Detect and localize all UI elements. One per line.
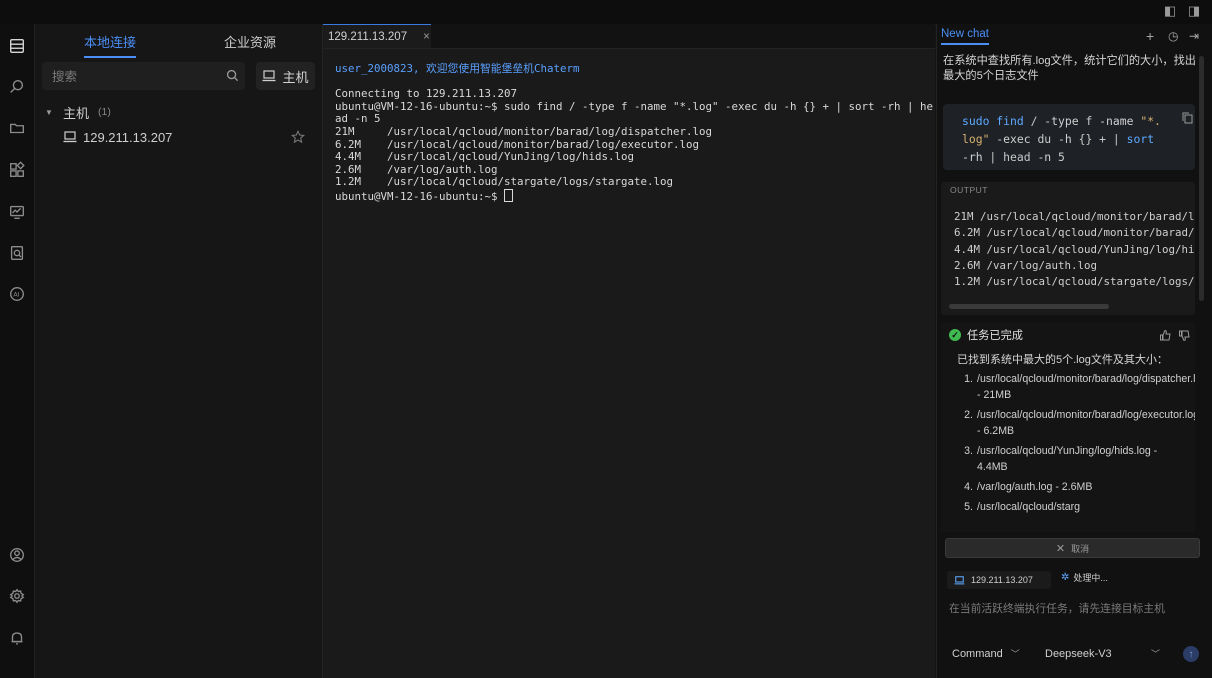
search-box bbox=[42, 62, 245, 92]
terminal-line: 4.4M /usr/local/qcloud/YunJing/log/hids.… bbox=[335, 150, 635, 164]
terminal-output: user_2000823, 欢迎您使用智能堡垒机Chaterm Connecti… bbox=[335, 62, 934, 204]
cancel-button-label: 取消 bbox=[1071, 543, 1090, 554]
mode-select[interactable]: Command ﹀ bbox=[952, 647, 1020, 660]
success-check-icon: ✓ bbox=[949, 329, 961, 341]
tab-new-chat[interactable]: New chat bbox=[941, 28, 989, 45]
laptop-icon bbox=[63, 131, 77, 143]
notification-bell-icon[interactable] bbox=[7, 628, 27, 648]
laptop-icon bbox=[954, 575, 965, 584]
search-input[interactable] bbox=[50, 62, 224, 92]
thumbs-up-icon[interactable] bbox=[1159, 329, 1172, 342]
laptop-icon bbox=[262, 70, 276, 82]
add-chat-icon[interactable]: + bbox=[1146, 28, 1154, 44]
model-select-value: Deepseek-V3 bbox=[1045, 647, 1112, 660]
cancel-button[interactable]: ✕ 取消 bbox=[945, 538, 1200, 558]
chevron-down-icon: ﹀ bbox=[1010, 649, 1020, 659]
terminal-tab[interactable]: 129.211.13.207 × bbox=[323, 24, 431, 48]
command-output: 21M /usr/local/qcloud/monitor/barad/l 6.… bbox=[954, 210, 1195, 289]
toggle-right-panel-icon[interactable]: ◨ bbox=[1187, 4, 1201, 18]
user-icon[interactable] bbox=[7, 545, 27, 565]
target-host-chip[interactable]: 129.211.13.207 bbox=[947, 571, 1051, 589]
svg-text:AI: AI bbox=[13, 292, 19, 299]
tab-enterprise-resources[interactable]: 企业资源 bbox=[224, 30, 276, 56]
copy-icon[interactable] bbox=[1182, 112, 1193, 124]
terminal-line: ad -n 5 bbox=[335, 112, 381, 126]
host-group-count: (1) bbox=[98, 106, 111, 118]
chat-scrollbar[interactable] bbox=[1199, 56, 1204, 301]
thumbs-down-icon[interactable] bbox=[1178, 329, 1191, 342]
monitor-icon[interactable] bbox=[7, 202, 27, 222]
settings-gear-icon[interactable] bbox=[7, 586, 27, 606]
host-button[interactable]: 主机 bbox=[256, 62, 315, 90]
terminal-tab-label: 129.211.13.207 bbox=[328, 30, 408, 43]
toggle-left-panel-icon[interactable]: ◧ bbox=[1163, 4, 1177, 18]
output-scrollbar[interactable] bbox=[949, 304, 1109, 309]
terminal-view[interactable]: user_2000823, 欢迎您使用智能堡垒机Chaterm Connecti… bbox=[323, 49, 935, 678]
mode-select-value: Command bbox=[952, 647, 1003, 660]
spinner-icon: ✲ bbox=[1061, 572, 1070, 583]
terminal-tab-bar: 129.211.13.207 × bbox=[323, 24, 935, 49]
connection-sidebar: 本地连接 企业资源 主机 ▼ 主机 (1) 129.211.13.207 bbox=[35, 24, 323, 678]
terminal-line: 1.2M /usr/local/qcloud/stargate/logs/sta… bbox=[335, 175, 674, 189]
terminal-line: ubuntu@VM-12-16-ubuntu:~$ sudo find / -t… bbox=[335, 99, 934, 113]
ai-chat-panel: New chat + ◷ ⇥ 在系统中查找所有.log文件，统计它们的大小，找出… bbox=[936, 24, 1212, 678]
command-code: sudo find / -type f -name "*. log" -exec… bbox=[962, 114, 1161, 164]
terminal-cursor bbox=[504, 188, 514, 202]
task-result: ✓ 任务已完成 已找到系统中最大的5个.log文件及其大小： 1./usr/lo… bbox=[941, 322, 1195, 532]
close-tab-icon[interactable]: × bbox=[423, 31, 430, 43]
list-item: 3./usr/local/qcloud/YunJing/log/hids.log… bbox=[964, 445, 1158, 473]
command-output-block: OUTPUT 21M /usr/local/qcloud/monitor/bar… bbox=[941, 182, 1195, 315]
host-button-label: 主机 bbox=[282, 69, 309, 85]
terminal-list-icon[interactable] bbox=[7, 36, 27, 56]
model-select[interactable]: Deepseek-V3 ﹀ bbox=[1045, 647, 1160, 660]
terminal-line: 21M /usr/local/qcloud/monitor/barad/log/… bbox=[335, 124, 713, 138]
audit-icon[interactable] bbox=[7, 243, 27, 263]
caret-down-icon: ▼ bbox=[45, 107, 53, 117]
target-host-label: 129.211.13.207 bbox=[971, 575, 1033, 585]
result-summary: 已找到系统中最大的5个.log文件及其大小： bbox=[957, 354, 1168, 366]
collapse-panel-icon[interactable]: ⇥ bbox=[1189, 29, 1199, 43]
host-item-label: 129.211.13.207 bbox=[83, 129, 173, 145]
processing-label: 处理中... bbox=[1073, 573, 1108, 583]
send-button[interactable]: ↑ bbox=[1183, 646, 1199, 662]
arrow-up-icon: ↑ bbox=[1188, 648, 1194, 660]
user-message: 在系统中查找所有.log文件，统计它们的大小，找出最大的5个日志文件 bbox=[943, 55, 1196, 82]
host-group-row[interactable]: ▼ 主机 (1) bbox=[45, 101, 111, 123]
result-list: 1./usr/local/qcloud/monitor/barad/log/di… bbox=[951, 371, 1195, 519]
host-group-label: 主机 bbox=[63, 105, 90, 121]
task-status: ✓ 任务已完成 bbox=[949, 327, 1023, 343]
tab-local-connections[interactable]: 本地连接 bbox=[84, 30, 137, 58]
list-item: 1./usr/local/qcloud/monitor/barad/log/di… bbox=[964, 373, 1195, 401]
terminal-prompt: ubuntu@VM-12-16-ubuntu:~$ bbox=[335, 189, 505, 203]
extensions-icon[interactable] bbox=[7, 160, 27, 180]
terminal-line: Connecting to 129.211.13.207 bbox=[335, 87, 518, 101]
history-icon[interactable]: ◷ bbox=[1168, 29, 1178, 43]
chevron-down-icon: ﹀ bbox=[1150, 649, 1160, 659]
processing-indicator: ✲ 处理中... bbox=[1061, 571, 1108, 584]
terminal-line: 6.2M /usr/local/qcloud/monitor/barad/log… bbox=[335, 137, 700, 151]
task-status-label: 任务已完成 bbox=[967, 330, 1023, 342]
list-item: 2./usr/local/qcloud/monitor/barad/log/ex… bbox=[964, 409, 1195, 437]
star-icon[interactable] bbox=[291, 130, 305, 144]
list-item: 5./usr/local/qcloud/starg bbox=[964, 501, 1081, 513]
output-label: OUTPUT bbox=[950, 185, 988, 195]
command-code-block: sudo find / -type f -name "*. log" -exec… bbox=[943, 104, 1195, 170]
host-item[interactable]: 129.211.13.207 bbox=[63, 126, 311, 148]
folder-icon[interactable] bbox=[7, 118, 27, 138]
activity-rail: AI bbox=[0, 24, 35, 678]
chat-input[interactable] bbox=[947, 598, 1201, 620]
terminal-line: 2.6M /var/log/auth.log bbox=[335, 162, 498, 176]
ai-icon[interactable]: AI bbox=[7, 284, 27, 304]
search-icon[interactable] bbox=[7, 77, 27, 97]
terminal-welcome: user_2000823, 欢迎您使用智能堡垒机Chaterm bbox=[335, 62, 580, 75]
close-icon: ✕ bbox=[1055, 542, 1066, 555]
search-icon bbox=[226, 69, 239, 82]
title-bar: ◧ ◨ bbox=[0, 0, 1212, 25]
list-item: 4./var/log/auth.log - 2.6MB bbox=[964, 481, 1093, 493]
